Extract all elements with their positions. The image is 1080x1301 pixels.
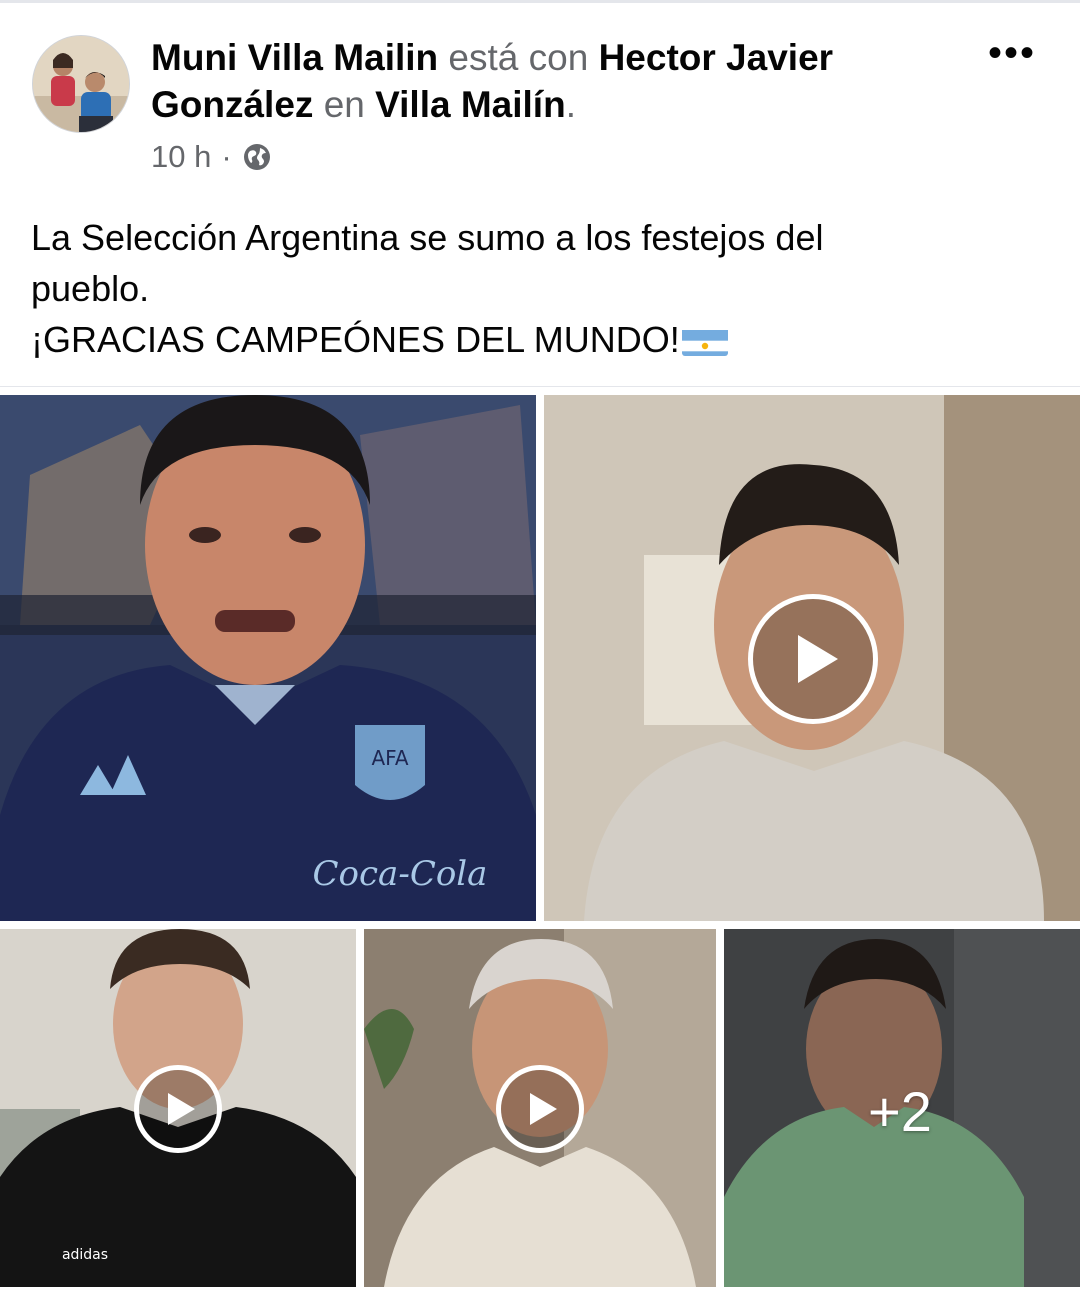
post-timestamp[interactable]: 10 h (151, 139, 211, 175)
post-header: Muni Villa Mailin está con Hector Javier… (151, 34, 931, 128)
author-name-link[interactable]: Muni Villa Mailin (151, 37, 438, 78)
message-line-1: La Selección Argentina se sumo a los fes… (31, 217, 824, 258)
avatar-image (33, 36, 129, 132)
end-punctuation: . (565, 84, 576, 125)
message-media-divider (0, 386, 1080, 387)
more-count-label: +2 (868, 1080, 932, 1143)
more-options-icon: ••• (987, 30, 1036, 75)
location-link[interactable]: Villa Mailín (375, 84, 566, 125)
message-line-3-wrap: ¡GRACIAS CAMPEÓNES DEL MUNDO! (31, 314, 1041, 365)
tagged-person-first: Hector Javier (598, 37, 834, 78)
globe-icon[interactable] (242, 142, 272, 172)
message-line-3: ¡GRACIAS CAMPEÓNES DEL MUNDO! (31, 319, 680, 360)
author-avatar[interactable] (32, 35, 130, 133)
media-more-overlay[interactable]: +2 (724, 929, 1080, 1287)
play-icon[interactable] (134, 1065, 222, 1153)
tagged-person-last: González (151, 84, 314, 125)
svg-text:AFA: AFA (371, 746, 408, 770)
photo-thumbnail: AFA Coca-Cola (0, 395, 536, 921)
media-video-3[interactable] (364, 929, 716, 1287)
message-line-2: pueblo. (31, 268, 150, 309)
more-options-button[interactable]: ••• (984, 30, 1040, 76)
argentina-flag-emoji (681, 324, 728, 356)
post-message: La Selección Argentina se sumo a los fes… (31, 212, 1041, 365)
svg-text:Coca-Cola: Coca-Cola (313, 854, 488, 894)
meta-separator: · (221, 139, 232, 174)
media-video-2[interactable]: adidas (0, 929, 356, 1287)
top-divider (0, 0, 1080, 3)
media-photo-1[interactable]: AFA Coca-Cola (0, 395, 536, 921)
media-video-1[interactable] (544, 395, 1080, 921)
location-connector: en (323, 84, 365, 125)
play-icon[interactable] (748, 594, 878, 724)
bottom-spacer (0, 1289, 1080, 1301)
with-connector: está con (448, 37, 589, 78)
post-meta: 10 h · (151, 137, 272, 177)
svg-text:adidas: adidas (62, 1247, 108, 1263)
play-icon[interactable] (496, 1065, 584, 1153)
